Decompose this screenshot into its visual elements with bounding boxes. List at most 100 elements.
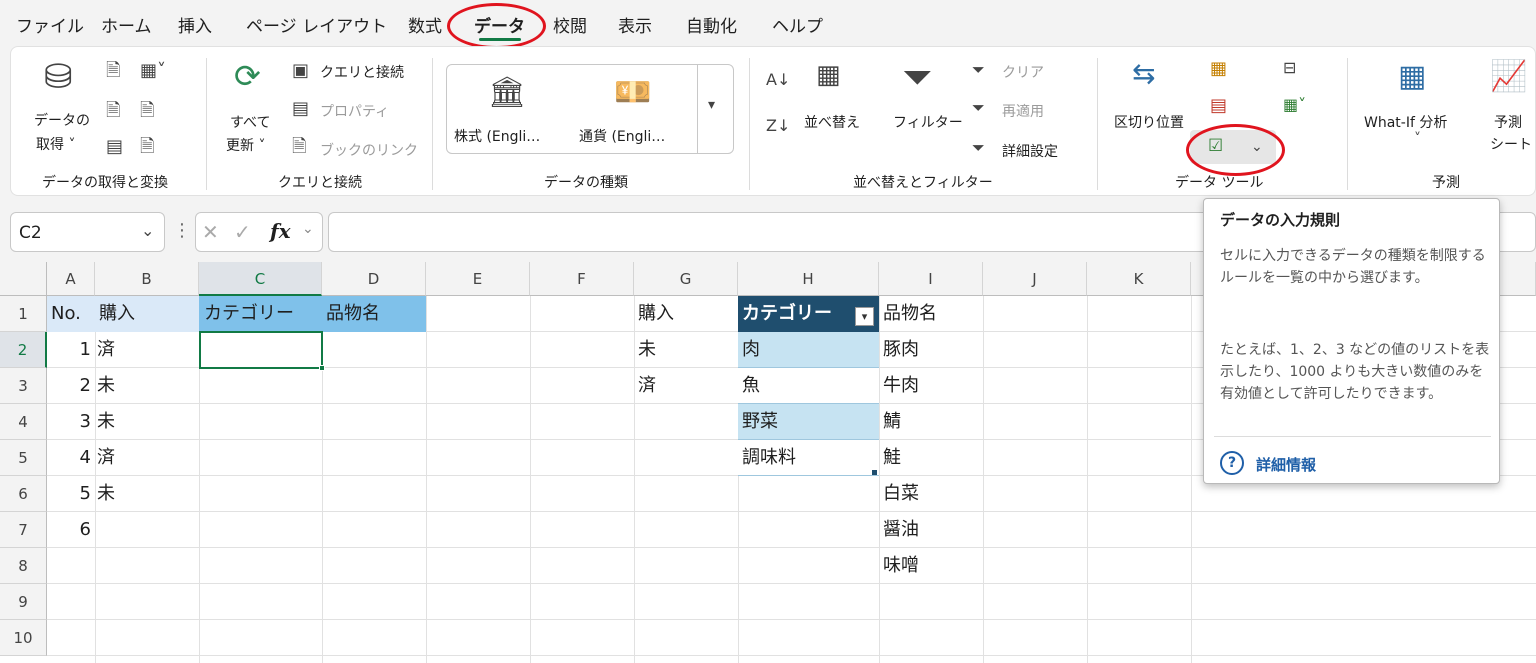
refresh-all-button[interactable]: 更新 ˅: [226, 135, 265, 155]
cell-b6[interactable]: 未: [97, 476, 115, 512]
cell-a6[interactable]: 5: [47, 476, 95, 512]
row-header-4[interactable]: 4: [0, 404, 47, 440]
column-header-a[interactable]: A: [47, 262, 95, 296]
cell-a4[interactable]: 3: [47, 404, 95, 440]
database-icon[interactable]: ⛁: [44, 60, 73, 94]
cell-b1[interactable]: 購入: [99, 296, 135, 332]
cell-g1[interactable]: 購入: [638, 296, 674, 332]
tab-view[interactable]: 表示: [618, 12, 652, 37]
row-header-10[interactable]: 10: [0, 620, 47, 656]
cell-i2[interactable]: 豚肉: [883, 332, 919, 368]
tab-page-layout[interactable]: ページ レイアウト: [246, 12, 387, 37]
column-header-f[interactable]: F: [530, 262, 634, 296]
cell-d1[interactable]: 品物名: [326, 296, 380, 332]
cell-a7[interactable]: 6: [47, 512, 95, 548]
more-info-link[interactable]: 詳細情報: [1256, 454, 1316, 475]
more-icon[interactable]: ⋮: [173, 220, 191, 241]
sort-desc-icon[interactable]: Z↓: [766, 118, 790, 134]
cell-i3[interactable]: 牛肉: [883, 368, 919, 404]
queries-connections-button[interactable]: クエリと接続: [320, 62, 404, 82]
cell-i8[interactable]: 味噌: [883, 548, 919, 584]
cell-i7[interactable]: 醤油: [883, 512, 919, 548]
existing-connections-icon[interactable]: ▤: [106, 138, 123, 156]
tab-file[interactable]: ファイル: [16, 12, 84, 37]
sort-button[interactable]: 並べ替え: [804, 112, 860, 132]
currency-button[interactable]: 通貨 (Engli…: [579, 126, 665, 146]
cell-a2[interactable]: 1: [47, 332, 95, 368]
row-header-5[interactable]: 5: [0, 440, 47, 476]
tab-review[interactable]: 校閲: [553, 12, 587, 37]
selected-cell-c2[interactable]: [199, 331, 323, 369]
chevron-down-icon[interactable]: ⌄: [141, 221, 154, 240]
filter-button[interactable]: フィルター: [893, 112, 963, 132]
chevron-down-icon[interactable]: ˅: [1414, 132, 1421, 146]
column-header-d[interactable]: D: [322, 262, 426, 296]
from-text-icon[interactable]: 🗎: [106, 62, 120, 80]
refresh-all-icon[interactable]: ⟳: [234, 60, 261, 92]
row-header-7[interactable]: 7: [0, 512, 47, 548]
column-header-i[interactable]: I: [879, 262, 983, 296]
cell-h4[interactable]: 野菜: [738, 404, 879, 440]
row-header-9[interactable]: 9: [0, 584, 47, 620]
row-header-2[interactable]: 2: [0, 332, 47, 368]
select-all-corner[interactable]: [0, 262, 47, 296]
from-web-icon[interactable]: ▦˅: [140, 62, 166, 80]
tab-automate[interactable]: 自動化: [686, 12, 737, 37]
get-data-label-1[interactable]: データの: [34, 110, 90, 130]
column-header-e[interactable]: E: [426, 262, 530, 296]
tab-insert[interactable]: 挿入: [178, 12, 212, 37]
cell-b3[interactable]: 未: [97, 368, 115, 404]
column-header-k[interactable]: K: [1087, 262, 1191, 296]
cell-h3[interactable]: 魚: [738, 368, 879, 404]
column-header-g[interactable]: G: [634, 262, 738, 296]
cell-c1[interactable]: カテゴリー: [204, 296, 294, 332]
sort-asc-icon[interactable]: A↓: [766, 72, 790, 88]
cell-b5[interactable]: 済: [97, 440, 115, 476]
column-header-h[interactable]: H: [738, 262, 879, 296]
queries-icon[interactable]: ▣: [292, 62, 309, 80]
row-header-3[interactable]: 3: [0, 368, 47, 404]
currency-icon[interactable]: 💴: [614, 78, 651, 108]
cell-h2[interactable]: 肉: [738, 332, 879, 368]
sort-dialog-icon[interactable]: ▦: [816, 62, 841, 88]
row-header-1[interactable]: 1: [0, 296, 47, 332]
from-sheet-icon[interactable]: 🗎: [140, 138, 154, 156]
text-to-columns-icon[interactable]: ⇆: [1132, 60, 1155, 88]
table-resize-handle[interactable]: [872, 470, 877, 475]
insert-function-button[interactable]: fx: [270, 219, 291, 243]
tab-home[interactable]: ホーム: [101, 12, 152, 37]
cancel-icon[interactable]: ✕: [202, 220, 219, 244]
gallery-expand-icon[interactable]: ▾: [708, 98, 715, 112]
forecast-sheet-label-2[interactable]: シート: [1490, 134, 1532, 154]
cell-i5[interactable]: 鮭: [883, 440, 901, 476]
flash-fill-icon[interactable]: ▦: [1210, 60, 1227, 78]
filter-icon[interactable]: ⏷: [902, 58, 932, 96]
stock-button[interactable]: 株式 (Engli…: [454, 126, 540, 146]
remove-duplicates-icon[interactable]: ▤: [1210, 97, 1227, 115]
cell-h5[interactable]: 調味料: [738, 440, 879, 476]
tab-help[interactable]: ヘルプ: [772, 12, 823, 37]
advanced-filter-button[interactable]: 詳細設定: [1002, 141, 1058, 161]
cell-i4[interactable]: 鯖: [883, 404, 901, 440]
cell-g2[interactable]: 未: [638, 332, 656, 368]
text-to-columns-button[interactable]: 区切り位置: [1114, 112, 1184, 132]
cell-a1[interactable]: No.: [51, 296, 81, 332]
from-table-icon[interactable]: 🗎: [106, 102, 120, 120]
data-model-icon[interactable]: ▦˅: [1283, 97, 1306, 113]
forecast-sheet-label-1[interactable]: 予測: [1494, 112, 1522, 132]
cell-b4[interactable]: 未: [97, 404, 115, 440]
column-header-b[interactable]: B: [95, 262, 199, 296]
fill-handle[interactable]: [319, 365, 325, 371]
cell-a5[interactable]: 4: [47, 440, 95, 476]
tab-formulas[interactable]: 数式: [408, 12, 442, 37]
row-header-6[interactable]: 6: [0, 476, 47, 512]
cell-b2[interactable]: 済: [97, 332, 115, 368]
cell-a3[interactable]: 2: [47, 368, 95, 404]
cell-i6[interactable]: 白菜: [883, 476, 919, 512]
chevron-down-icon[interactable]: ⌄: [302, 221, 314, 237]
what-if-icon[interactable]: ▦: [1398, 62, 1426, 92]
column-header-c[interactable]: C: [199, 262, 322, 296]
cell-i1[interactable]: 品物名: [883, 296, 937, 332]
row-header-8[interactable]: 8: [0, 548, 47, 584]
column-header-j[interactable]: J: [983, 262, 1087, 296]
